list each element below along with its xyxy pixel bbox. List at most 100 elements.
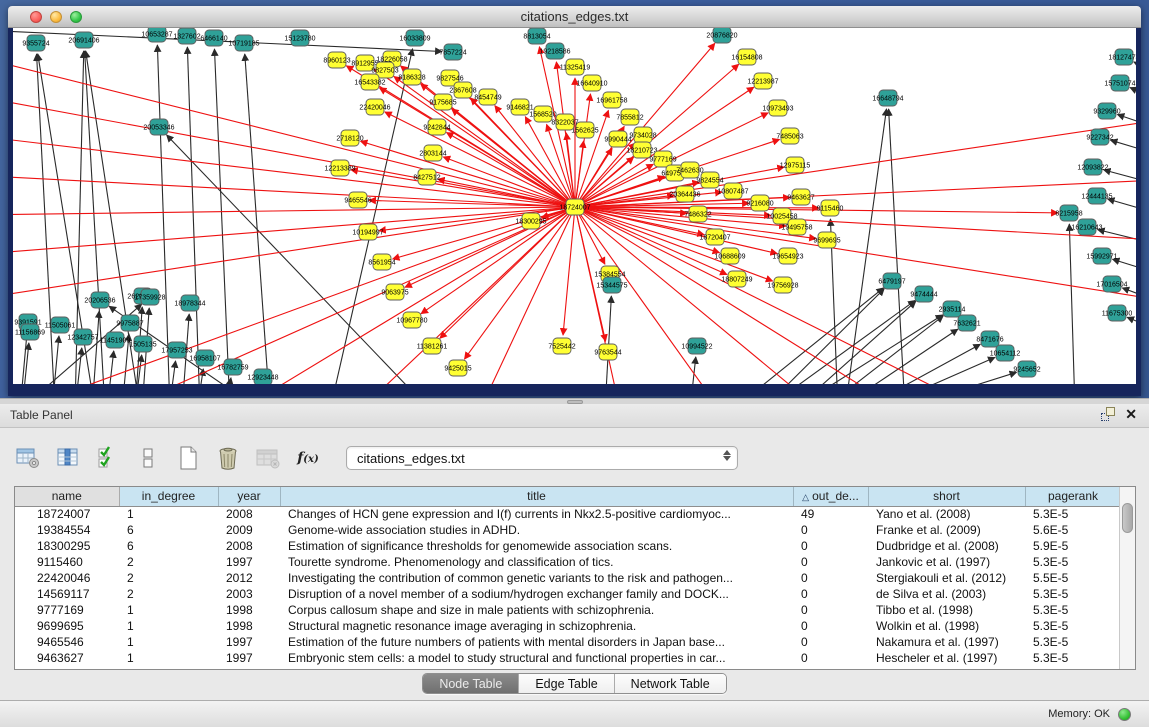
graph-node[interactable]: 9115460 xyxy=(817,200,844,216)
graph-node[interactable]: 16961758 xyxy=(596,92,627,108)
column-header-pagerank[interactable]: pagerank xyxy=(1025,487,1121,506)
table-row[interactable]: 1830029562008Estimation of significance … xyxy=(15,538,1121,554)
column-header-year[interactable]: year xyxy=(218,487,280,506)
graph-node[interactable]: 11675300 xyxy=(1102,305,1133,321)
graph-node[interactable]: 16154808 xyxy=(731,49,762,65)
column-header-out_de[interactable]: △out_de... xyxy=(793,487,868,506)
column-header-title[interactable]: title xyxy=(280,487,793,506)
graph-node[interactable]: 8454749 xyxy=(474,89,501,105)
graph-node[interactable]: 20876820 xyxy=(706,28,737,43)
tab-edge-table[interactable]: Edge Table xyxy=(519,674,614,693)
graph-node[interactable]: 7857224 xyxy=(439,44,466,60)
graph-node[interactable]: 17957253 xyxy=(161,342,192,358)
graph-node[interactable]: 6479197 xyxy=(878,273,905,289)
graph-node[interactable]: 12213987 xyxy=(747,73,778,89)
table-row[interactable]: 911546021997Tourette syndrome. Phenomeno… xyxy=(15,554,1121,570)
graph-node[interactable]: 10653287 xyxy=(141,28,172,42)
graph-node[interactable]: 8215958 xyxy=(1055,205,1082,221)
table-selector-dropdown[interactable]: citations_edges.txt xyxy=(346,446,738,470)
graph-node[interactable]: 15751074 xyxy=(1104,75,1135,91)
table-vertical-scrollbar[interactable] xyxy=(1119,487,1135,669)
graph-node[interactable]: 18807249 xyxy=(721,271,752,287)
graph-node[interactable]: 7855812 xyxy=(616,109,643,125)
graph-node[interactable]: 10719185 xyxy=(228,35,259,51)
delete-column-icon[interactable] xyxy=(214,444,242,472)
table-row[interactable]: 1938455462009Genome-wide association stu… xyxy=(15,522,1121,538)
graph-node[interactable]: 6466140 xyxy=(200,30,227,46)
graph-node[interactable]: 18127474 xyxy=(1108,49,1136,65)
graph-node[interactable]: 9463627 xyxy=(787,189,814,205)
graph-node[interactable]: 12093822 xyxy=(1077,159,1108,175)
graph-node[interactable]: 8813054 xyxy=(523,28,550,44)
graph-node[interactable]: 2718120 xyxy=(336,130,363,146)
graph-node[interactable]: 9425015 xyxy=(444,360,471,376)
graph-node[interactable]: 15992971 xyxy=(1086,248,1117,264)
graph-node[interactable]: 16033809 xyxy=(399,30,430,46)
graph-node[interactable]: 10994522 xyxy=(681,338,712,354)
graph-node[interactable]: 7525442 xyxy=(548,338,575,354)
show-columns-icon[interactable] xyxy=(54,444,82,472)
table-mode-icon[interactable] xyxy=(14,444,42,472)
column-header-name[interactable]: name xyxy=(15,487,119,506)
graph-node[interactable]: 12975115 xyxy=(780,157,811,173)
graph-node[interactable]: 16782759 xyxy=(217,359,248,375)
graph-node[interactable]: 9329960 xyxy=(1093,103,1120,119)
graph-node[interactable]: 9734028 xyxy=(629,127,656,143)
graph-node[interactable]: 16640910 xyxy=(576,75,607,91)
table-row[interactable]: 969969511998Structural magnetic resonanc… xyxy=(15,618,1121,634)
create-column-icon[interactable] xyxy=(174,444,202,472)
graph-node[interactable]: 12213389 xyxy=(324,160,355,176)
graph-node[interactable]: 20206536 xyxy=(84,292,115,308)
column-header-in_degree[interactable]: in_degree xyxy=(119,487,218,506)
graph-node[interactable]: 12444135 xyxy=(1081,188,1112,204)
graph-node[interactable]: 10967780 xyxy=(396,312,427,328)
graph-node[interactable]: 7485063 xyxy=(776,128,803,144)
graph-node[interactable]: 11505061 xyxy=(45,317,76,333)
graph-node[interactable]: 20053346 xyxy=(143,119,174,135)
delete-table-icon[interactable] xyxy=(254,444,282,472)
table-row[interactable]: 977716911998Corpus callosum shape and si… xyxy=(15,602,1121,618)
graph-node[interactable]: 19654923 xyxy=(772,248,803,264)
graph-node[interactable]: 11325419 xyxy=(560,59,591,75)
graph-node[interactable]: 11451909 xyxy=(100,332,131,348)
graph-node[interactable]: 9474444 xyxy=(910,286,937,302)
select-columns-icon[interactable] xyxy=(94,444,122,472)
graph-node[interactable]: 19756928 xyxy=(767,277,798,293)
table-row[interactable]: 946362711997Embryonic stem cells: a mode… xyxy=(15,650,1121,666)
scrollbar-thumb[interactable] xyxy=(1122,503,1133,533)
graph-node[interactable]: 19218586 xyxy=(539,43,570,59)
table-row[interactable]: 1456911722003Disruption of a novel membe… xyxy=(15,586,1121,602)
network-canvas[interactable]: 1872400718300295156262599904449734028182… xyxy=(13,28,1136,384)
table-row[interactable]: 946554611997Estimation of the future num… xyxy=(15,634,1121,650)
graph-node[interactable]: 16958107 xyxy=(189,350,220,366)
graph-node[interactable]: 9975887 xyxy=(116,315,143,331)
tab-node-table[interactable]: Node Table xyxy=(423,674,519,693)
graph-node[interactable]: 9063975 xyxy=(381,284,408,300)
graph-node[interactable]: 15123780 xyxy=(284,30,315,46)
graph-node[interactable]: 9465546 xyxy=(344,192,371,208)
graph-node[interactable]: 9763544 xyxy=(594,344,621,360)
graph-node[interactable]: 9355724 xyxy=(22,35,49,51)
graph-node[interactable]: 18978344 xyxy=(174,295,205,311)
network-window-titlebar[interactable]: citations_edges.txt xyxy=(8,6,1141,28)
graph-node[interactable]: 9245652 xyxy=(1013,361,1040,377)
graph-node[interactable]: 1327602 xyxy=(173,28,200,44)
graph-node[interactable]: 12342757 xyxy=(67,329,98,345)
float-panel-icon[interactable] xyxy=(1101,407,1115,421)
memory-status-icon[interactable] xyxy=(1118,708,1131,721)
graph-node[interactable]: 12923448 xyxy=(247,369,278,384)
table-row[interactable]: 1872400712008Changes of HCN gene express… xyxy=(15,506,1121,522)
table-row[interactable]: 2242004622012Investigating the contribut… xyxy=(15,570,1121,586)
graph-node[interactable]: 1505135 xyxy=(129,336,156,352)
tab-network-table[interactable]: Network Table xyxy=(615,674,726,693)
graph-node[interactable]: 16648794 xyxy=(872,90,903,106)
graph-node[interactable]: 8427512 xyxy=(413,169,440,185)
function-builder-icon[interactable]: f(x) xyxy=(294,444,322,472)
column-header-short[interactable]: short xyxy=(868,487,1025,506)
graph-node[interactable]: 2803144 xyxy=(419,145,446,161)
graph-node[interactable]: 9227342 xyxy=(1086,129,1113,145)
row-height-icon[interactable] xyxy=(134,444,162,472)
graph-node[interactable]: 16210643 xyxy=(1071,219,1102,235)
close-panel-icon[interactable]: ✕ xyxy=(1125,407,1137,421)
graph-node[interactable]: 8561954 xyxy=(368,254,395,270)
